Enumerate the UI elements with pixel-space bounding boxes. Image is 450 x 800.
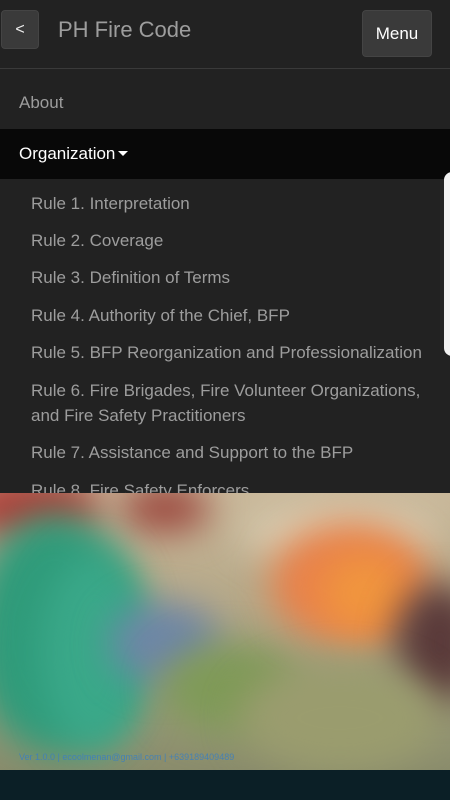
nav-item-about-label: About <box>19 93 64 112</box>
background-image <box>0 493 450 770</box>
rule-link-2[interactable]: Rule 2. Coverage <box>31 228 436 253</box>
rule-link-1[interactable]: Rule 1. Interpretation <box>31 191 436 216</box>
organization-dropdown: Rule 1. Interpretation Rule 2. Coverage … <box>0 179 450 493</box>
rule-link-4[interactable]: Rule 4. Authority of the Chief, BFP <box>31 303 436 328</box>
caret-down-icon <box>118 151 129 157</box>
scrollbar[interactable] <box>444 172 450 356</box>
back-button[interactable]: < <box>1 10 39 49</box>
app-title[interactable]: PH Fire Code <box>58 16 191 44</box>
nav-item-organization-label: Organization <box>19 144 116 163</box>
rule-link-5[interactable]: Rule 5. BFP Reorganization and Professio… <box>31 340 436 365</box>
footer-contact: Ver 1.0.0 | ecoolmenan@gmail.com | +6391… <box>19 752 235 762</box>
app-screen: < PH Fire Code Menu About Organization R… <box>0 0 450 800</box>
rule-link-8[interactable]: Rule 8. Fire Safety Enforcers <box>31 478 436 493</box>
navbar: < PH Fire Code Menu <box>0 0 450 69</box>
rule-link-7[interactable]: Rule 7. Assistance and Support to the BF… <box>31 440 436 465</box>
rule-link-6[interactable]: Rule 6. Fire Brigades, Fire Volunteer Or… <box>31 378 436 428</box>
rule-link-3[interactable]: Rule 3. Definition of Terms <box>31 265 436 290</box>
bottom-bar <box>0 770 450 800</box>
nav-item-about[interactable]: About <box>0 78 450 128</box>
nav-item-organization[interactable]: Organization <box>0 129 450 179</box>
menu-button[interactable]: Menu <box>362 10 432 57</box>
